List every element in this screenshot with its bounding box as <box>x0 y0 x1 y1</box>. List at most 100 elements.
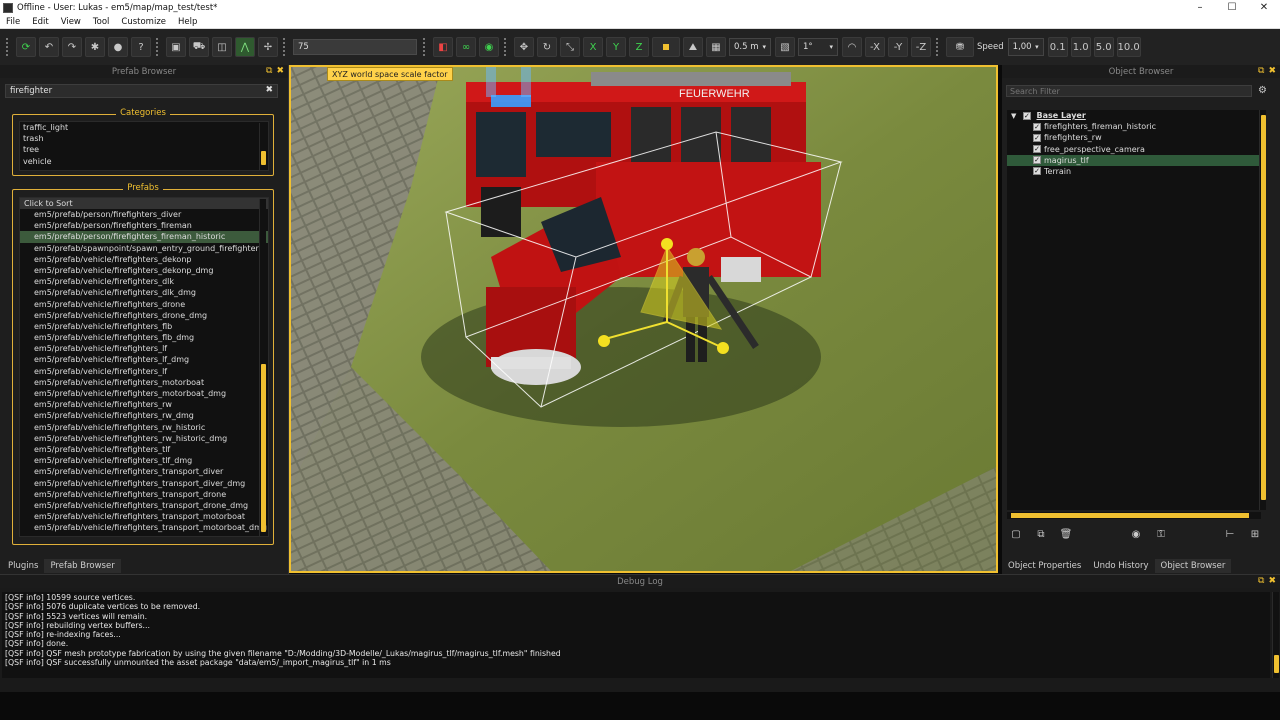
scrollbar-thumb[interactable] <box>261 364 266 532</box>
move-icon[interactable]: ✥ <box>514 37 534 57</box>
prefab-list-item[interactable]: em5/prefab/vehicle/firefighters_transpor… <box>20 511 268 522</box>
category-item[interactable]: trash <box>23 133 268 144</box>
tab-undo-history[interactable]: Undo History <box>1087 559 1154 573</box>
angle-snap-icon[interactable]: ▧ <box>775 37 795 57</box>
checkbox-icon[interactable]: ✓ <box>1033 133 1041 142</box>
sort-header[interactable]: Click to Sort <box>20 198 268 209</box>
debug-log-scrollbar[interactable] <box>1272 592 1279 686</box>
prefab-list-item[interactable]: em5/prefab/vehicle/firefighters_dlk <box>20 276 268 287</box>
filter-options-icon[interactable]: ⚙ <box>1258 85 1267 96</box>
undock-icon[interactable]: ⧉ <box>266 66 272 76</box>
color-swatch-icon[interactable] <box>652 37 680 57</box>
refresh-icon[interactable]: ⟳ <box>16 37 36 57</box>
speed-preset-10-0[interactable]: 10.0 <box>1116 37 1141 57</box>
snap-icon[interactable]: ⋀ <box>235 37 255 57</box>
toolbar-grip[interactable] <box>423 38 427 56</box>
toolbar-grip[interactable] <box>283 38 287 56</box>
rotation-mode-icon[interactable]: ◠ <box>842 37 862 57</box>
prefabs-scrollbar[interactable] <box>259 199 266 536</box>
prefab-list-item[interactable]: em5/prefab/vehicle/firefighters_lf <box>20 343 268 354</box>
tab-object-properties[interactable]: Object Properties <box>1002 559 1087 573</box>
prefab-list-item[interactable]: em5/prefab/person/firefighters_fireman <box>20 220 268 231</box>
neg-y-button[interactable]: -Y <box>888 37 908 57</box>
prefab-list-item[interactable]: em5/prefab/vehicle/firefighters_rw_dmg <box>20 410 268 421</box>
checkbox-icon[interactable]: ✓ <box>1033 156 1041 165</box>
prefab-list-item[interactable]: em5/prefab/vehicle/firefighters_dekonp <box>20 254 268 265</box>
axis-z-button[interactable]: Z <box>629 37 649 57</box>
checkbox-icon[interactable]: ✓ <box>1033 145 1041 154</box>
object-tree-hscrollbar[interactable] <box>1007 512 1261 519</box>
tab-object-browser[interactable]: Object Browser <box>1154 559 1232 573</box>
category-item[interactable]: traffic_light <box>23 122 268 133</box>
tree-node[interactable]: ✓ firefighters_rw <box>1007 132 1261 143</box>
object-tree-scrollbar[interactable] <box>1259 110 1266 510</box>
axis-y-button[interactable]: Y <box>606 37 626 57</box>
clear-search-icon[interactable]: ✖ <box>265 85 273 95</box>
prefab-list-item[interactable]: em5/prefab/spawnpoint/spawn_entry_ground… <box>20 243 268 254</box>
undock-icon[interactable]: ⧉ <box>1258 576 1264 586</box>
menu-edit[interactable]: Edit <box>26 17 54 27</box>
vehicle-icon[interactable]: ⛟ <box>189 37 209 57</box>
categories-scrollbar[interactable] <box>259 123 266 170</box>
scale-icon[interactable]: ⤡ <box>560 37 580 57</box>
maximize-button[interactable]: ☐ <box>1216 0 1248 15</box>
prefab-list-item[interactable]: em5/prefab/vehicle/firefighters_rw_histo… <box>20 433 268 444</box>
scrollbar-thumb[interactable] <box>261 151 266 165</box>
close-panel-icon[interactable]: ✖ <box>1268 576 1276 586</box>
scene-render[interactable]: FEUERWEHR <box>291 67 996 571</box>
prefab-list-item[interactable]: em5/prefab/vehicle/firefighters_flb <box>20 321 268 332</box>
prefab-list-item[interactable]: em5/prefab/vehicle/firefighters_rw <box>20 399 268 410</box>
prefab-list-item[interactable]: em5/prefab/vehicle/firefighters_rw_histo… <box>20 422 268 433</box>
category-item[interactable]: vehicle <box>23 156 268 167</box>
tree-node-base-layer[interactable]: ▼ ✓ Base Layer <box>1007 110 1261 121</box>
duplicate-icon[interactable]: ⧉ <box>1033 526 1049 542</box>
prefab-search-input[interactable]: firefighter ✖ <box>5 84 278 98</box>
hierarchy-add-icon[interactable]: ⊞ <box>1247 526 1263 542</box>
scrollbar-thumb[interactable] <box>1274 655 1279 673</box>
close-panel-icon[interactable]: ✖ <box>276 66 284 76</box>
prefab-list-item[interactable]: em5/prefab/vehicle/firefighters_transpor… <box>20 500 268 511</box>
prefab-list-item[interactable]: em5/prefab/vehicle/firefighters_lf_dmg <box>20 354 268 365</box>
tree-node[interactable]: ✓ free_perspective_camera <box>1007 144 1261 155</box>
delete-icon[interactable]: 🗑 <box>1058 526 1074 542</box>
debug-log-hscrollbar[interactable] <box>0 678 1280 692</box>
neg-x-button[interactable]: -X <box>865 37 885 57</box>
prefab-list-item[interactable]: em5/prefab/vehicle/firefighters_lf <box>20 366 268 377</box>
toolbar-grip[interactable] <box>504 38 508 56</box>
scale-factor-input[interactable]: 75 <box>293 39 417 55</box>
minimize-button[interactable]: – <box>1184 0 1216 15</box>
prefab-list-item[interactable]: em5/prefab/vehicle/firefighters_motorboa… <box>20 377 268 388</box>
grid-snap-icon[interactable]: ✢ <box>258 37 278 57</box>
close-panel-icon[interactable]: ✖ <box>1268 66 1276 76</box>
menu-customize[interactable]: Customize <box>115 17 172 27</box>
prefab-list-item[interactable]: em5/prefab/vehicle/firefighters_tlf_dmg <box>20 455 268 466</box>
redo-icon[interactable]: ↷ <box>62 37 82 57</box>
speed-preset-0-1[interactable]: 0.1 <box>1047 37 1068 57</box>
checkbox-icon[interactable]: ✓ <box>1033 122 1041 131</box>
speed-select[interactable]: 1,00 ▾ <box>1007 38 1044 56</box>
tree-node[interactable]: ✓ Terrain <box>1007 166 1261 177</box>
prefab-list-item[interactable]: em5/prefab/vehicle/firefighters_motorboa… <box>20 388 268 399</box>
settings-icon[interactable]: ✱ <box>85 37 105 57</box>
category-item[interactable]: tree <box>23 144 268 155</box>
checkbox-icon[interactable]: ✓ <box>1022 111 1031 120</box>
new-object-icon[interactable]: ▢ <box>1008 526 1024 542</box>
eye-icon[interactable]: ◉ <box>479 37 499 57</box>
prefab-list-item[interactable]: em5/prefab/vehicle/firefighters_dlk_dmg <box>20 287 268 298</box>
scene-viewport[interactable]: FEUERWEHR <box>289 65 998 573</box>
tree-node[interactable]: ✓ magirus_tlf <box>1007 154 1261 166</box>
grid-icon[interactable]: ▦ <box>706 37 726 57</box>
prefab-list-item[interactable]: em5/prefab/person/firefighters_diver <box>20 209 268 220</box>
tab-prefab-browser[interactable]: Prefab Browser <box>44 559 121 573</box>
toolbar-grip[interactable] <box>6 38 10 56</box>
speed-preset-1-0[interactable]: 1.0 <box>1070 37 1091 57</box>
scrollbar-thumb[interactable] <box>1261 115 1266 500</box>
menu-file[interactable]: File <box>0 17 26 27</box>
axis-x-button[interactable]: X <box>583 37 603 57</box>
prefab-list-item[interactable]: em5/prefab/person/firefighters_fireman_h… <box>20 231 268 243</box>
close-button[interactable]: ✕ <box>1248 0 1280 15</box>
hierarchy-icon[interactable]: ⊢ <box>1222 526 1238 542</box>
prefab-list-item[interactable]: em5/prefab/vehicle/firefighters_dekonp_d… <box>20 265 268 276</box>
save-icon[interactable]: ▣ <box>166 37 186 57</box>
prefab-list-item[interactable]: em5/prefab/vehicle/firefighters_transpor… <box>20 466 268 477</box>
